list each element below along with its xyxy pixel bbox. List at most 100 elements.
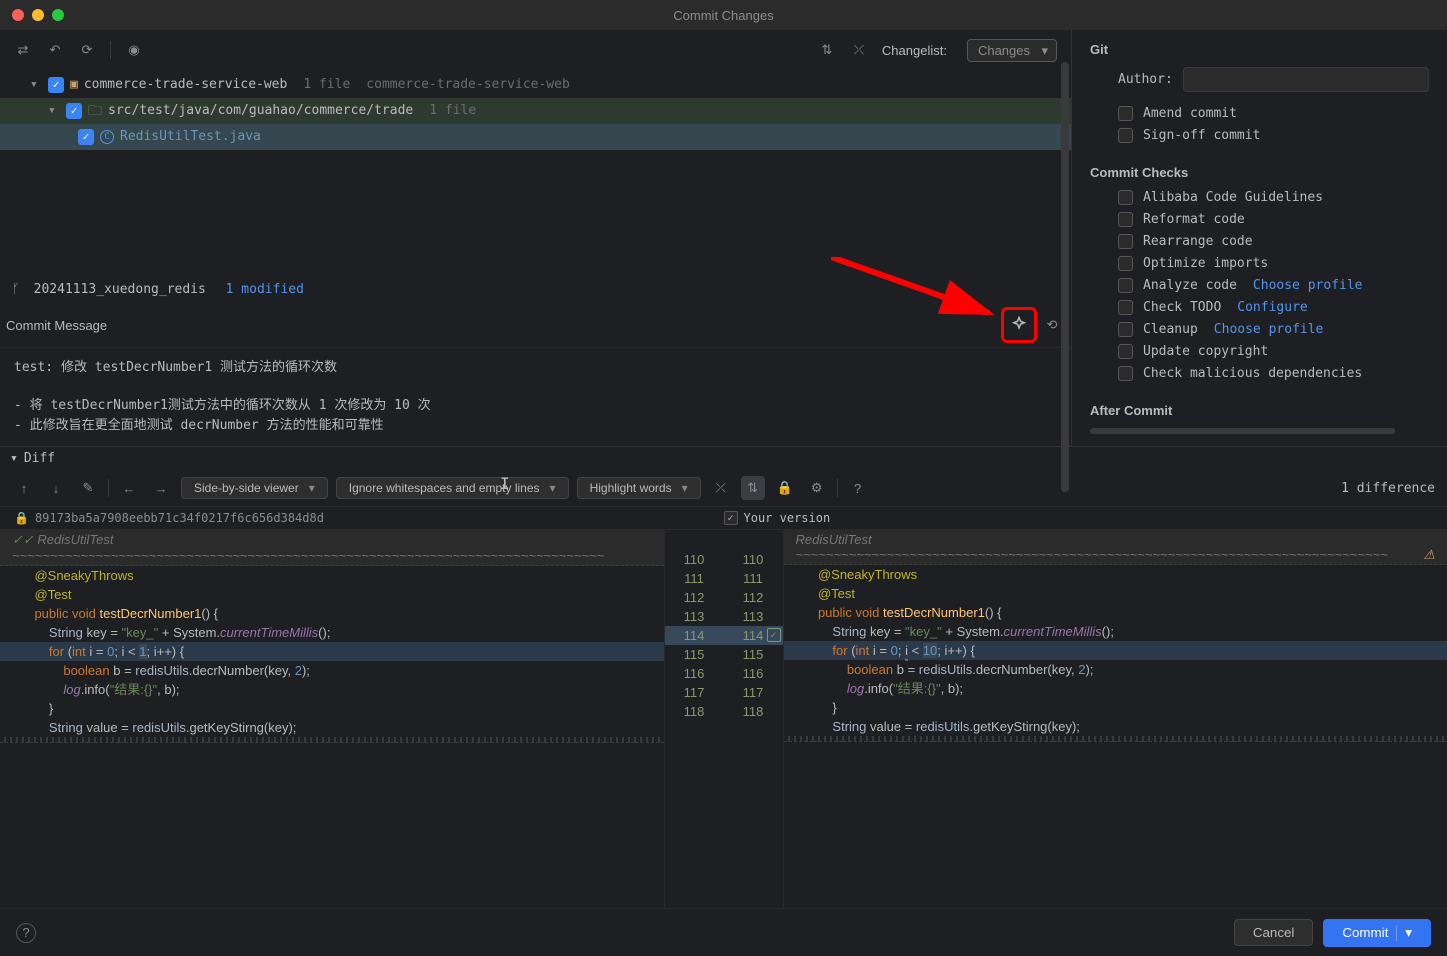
- chevron-down-icon[interactable]: ▾: [10, 451, 18, 466]
- your-version-checkbox[interactable]: ✓: [724, 511, 738, 525]
- expand-icon[interactable]: ⇅: [818, 41, 836, 59]
- filter-icon[interactable]: ⇄: [14, 41, 32, 59]
- left-class-name: RedisUtilTest: [37, 532, 113, 547]
- maximize-window-icon[interactable]: [52, 9, 64, 21]
- author-input[interactable]: [1183, 67, 1429, 92]
- right-version-label: Your version: [744, 511, 831, 525]
- text-cursor-icon: 𝙸: [500, 474, 510, 494]
- highlight-select[interactable]: Highlight words: [577, 477, 701, 499]
- close-window-icon[interactable]: [12, 9, 24, 21]
- commit-button[interactable]: Commit▾: [1323, 919, 1431, 947]
- ai-generate-message-button[interactable]: [1001, 307, 1037, 343]
- commit-msg-line: - 将 testDecrNumber1测试方法中的循环次数从 1 次修改为 10…: [14, 396, 1057, 416]
- minimize-window-icon[interactable]: [32, 9, 44, 21]
- branch-modified-count[interactable]: 1 modified: [226, 282, 304, 297]
- git-options-panel: Git Author: Amend commit Sign-off commit…: [1072, 30, 1447, 446]
- collapse-icon[interactable]: ⤫: [850, 41, 868, 59]
- diff-toolbar: ↑ ↓ ✎ ← → Side-by-side viewer Ignore whi…: [0, 470, 1447, 507]
- help-button[interactable]: ?: [16, 923, 36, 943]
- module-icon: ▣: [70, 74, 78, 96]
- optimize-label: Optimize imports: [1143, 256, 1268, 271]
- chevron-down-icon[interactable]: ▾: [48, 100, 60, 122]
- chevron-down-icon[interactable]: ▾: [30, 74, 42, 96]
- analyze-link[interactable]: Choose profile: [1253, 278, 1363, 293]
- left-revision-hash: 89173ba5a7908eebb71c34f0217f6c656d384d8d: [35, 511, 324, 525]
- tree-file[interactable]: ✓ C RedisUtilTest.java: [0, 124, 1071, 150]
- lock-icon: 🔒: [14, 511, 29, 525]
- reformat-checkbox[interactable]: [1118, 212, 1133, 227]
- after-commit-scrollbar[interactable]: [1090, 428, 1395, 434]
- analyze-label: Analyze code: [1143, 278, 1237, 293]
- changelist-label: Changelist:: [882, 43, 947, 58]
- right-code-pane[interactable]: @SneakyThrows @Test public void testDecr…: [784, 565, 1447, 736]
- lock-icon[interactable]: 🔒: [773, 476, 797, 500]
- cleanup-link[interactable]: Choose profile: [1214, 322, 1324, 337]
- author-label: Author:: [1118, 72, 1173, 87]
- branch-name: 20241113_xuedong_redis: [34, 282, 206, 297]
- cleanup-checkbox[interactable]: [1118, 322, 1133, 337]
- scrollbar-thumb[interactable]: [1061, 62, 1069, 492]
- commit-msg-line: test: 修改 testDecrNumber1 测试方法的循环次数: [14, 358, 1057, 378]
- tree-root[interactable]: ▾ ✓ ▣ commerce-trade-service-web 1 file …: [0, 72, 1071, 98]
- nav-fwd-icon[interactable]: →: [149, 476, 173, 500]
- chevron-down-icon[interactable]: ▾: [1396, 925, 1412, 941]
- titlebar: Commit Changes: [0, 0, 1447, 30]
- alibaba-label: Alibaba Code Guidelines: [1143, 190, 1323, 205]
- after-commit-title: After Commit: [1090, 403, 1429, 418]
- checkbox-file[interactable]: ✓: [78, 129, 94, 145]
- optimize-checkbox[interactable]: [1118, 256, 1133, 271]
- sync-scroll-icon[interactable]: ⇅: [741, 476, 765, 500]
- undo-icon[interactable]: ↶: [46, 41, 64, 59]
- malicious-checkbox[interactable]: [1118, 366, 1133, 381]
- edit-icon[interactable]: ✎: [76, 476, 100, 500]
- commit-checks-title: Commit Checks: [1090, 165, 1429, 180]
- todo-link[interactable]: Configure: [1237, 300, 1307, 315]
- next-diff-icon[interactable]: ↓: [44, 476, 68, 500]
- git-section-title: Git: [1090, 42, 1429, 57]
- checkbox-folder[interactable]: ✓: [66, 103, 82, 119]
- amend-checkbox[interactable]: [1118, 106, 1133, 121]
- checkbox-root[interactable]: ✓: [48, 77, 64, 93]
- amend-label: Amend commit: [1143, 106, 1237, 121]
- rearrange-checkbox[interactable]: [1118, 234, 1133, 249]
- dialog-footer: ? Cancel Commit▾: [0, 908, 1447, 956]
- copyright-checkbox[interactable]: [1118, 344, 1133, 359]
- collapse-unchanged-icon[interactable]: ⤫: [709, 476, 733, 500]
- help-icon[interactable]: ?: [846, 476, 870, 500]
- right-class-name: RedisUtilTest: [796, 532, 872, 547]
- cancel-button[interactable]: Cancel: [1234, 919, 1314, 946]
- diff-label: Diff: [24, 451, 55, 466]
- rearrange-label: Rearrange code: [1143, 234, 1253, 249]
- tree-root-module: commerce-trade-service-web: [366, 74, 570, 96]
- changelist-select[interactable]: Changes: [967, 39, 1057, 62]
- tree-root-name: commerce-trade-service-web: [84, 74, 288, 96]
- tree-folder-count: 1 file: [429, 100, 476, 122]
- apply-change-checkbox[interactable]: ✓: [767, 628, 781, 642]
- prev-diff-icon[interactable]: ↑: [12, 476, 36, 500]
- java-class-icon: C: [100, 130, 114, 144]
- nav-back-icon[interactable]: ←: [117, 476, 141, 500]
- branch-bar: ᚶ 20241113_xuedong_redis 1 modified: [0, 276, 1071, 303]
- commit-message-label: Commit Message: [6, 318, 107, 333]
- reformat-label: Reformat code: [1143, 212, 1245, 227]
- alibaba-checkbox[interactable]: [1118, 190, 1133, 205]
- diff-section-header[interactable]: ▾ Diff: [0, 447, 1447, 470]
- left-code-pane[interactable]: @SneakyThrows @Test public void testDecr…: [0, 566, 664, 737]
- commit-message-textarea[interactable]: test: 修改 testDecrNumber1 测试方法的循环次数 - 将 t…: [0, 347, 1071, 446]
- signoff-label: Sign-off commit: [1143, 128, 1260, 143]
- history-icon[interactable]: ⟲: [1043, 316, 1061, 334]
- whitespace-select[interactable]: Ignore whitespaces and empty lines: [336, 477, 569, 499]
- tree-file-name: RedisUtilTest.java: [120, 126, 261, 148]
- refresh-icon[interactable]: ⟳: [78, 41, 96, 59]
- analyze-checkbox[interactable]: [1118, 278, 1133, 293]
- todo-checkbox[interactable]: [1118, 300, 1133, 315]
- changes-tree: ▾ ✓ ▣ commerce-trade-service-web 1 file …: [0, 70, 1071, 160]
- preview-icon[interactable]: ◉: [125, 41, 143, 59]
- view-mode-select[interactable]: Side-by-side viewer: [181, 477, 328, 499]
- signoff-checkbox[interactable]: [1118, 128, 1133, 143]
- tree-folder[interactable]: ▾ ✓ 🗀 src/test/java/com/guahao/commerce/…: [0, 98, 1071, 124]
- tree-folder-path: src/test/java/com/guahao/commerce/trade: [108, 100, 413, 122]
- line-number-gutter: 110111112113 114115116117118 11011111211…: [664, 530, 784, 908]
- tree-root-count: 1 file: [303, 74, 350, 96]
- gear-icon[interactable]: ⚙: [805, 476, 829, 500]
